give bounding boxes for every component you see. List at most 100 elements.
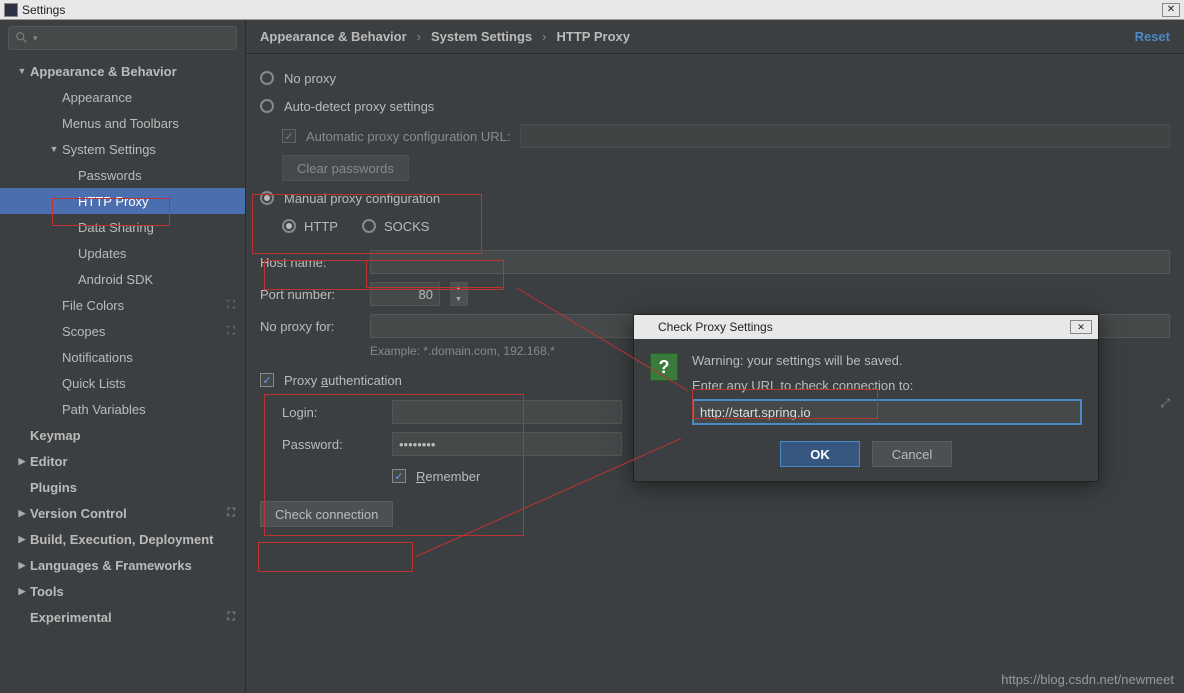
sidebar-item-path-variables[interactable]: Path Variables — [0, 396, 245, 422]
check-auth[interactable] — [260, 373, 274, 387]
sidebar-item-appearance-behavior[interactable]: ▼Appearance & Behavior — [0, 58, 245, 84]
settings-sidebar: ▾ ▼Appearance & BehaviorAppearanceMenus … — [0, 20, 246, 693]
login-input[interactable] — [392, 400, 622, 424]
sidebar-item-data-sharing[interactable]: Data Sharing — [0, 214, 245, 240]
proxy-none-row[interactable]: No proxy — [260, 64, 1170, 92]
breadcrumb-sep: › — [417, 29, 421, 44]
breadcrumb-a[interactable]: Appearance & Behavior — [260, 29, 407, 44]
reset-link[interactable]: Reset — [1135, 29, 1170, 44]
label-http: HTTP — [304, 219, 338, 234]
clear-passwords-button[interactable]: Clear passwords — [282, 155, 409, 181]
sidebar-item-label: Quick Lists — [62, 376, 126, 391]
label-remember: Remember — [416, 469, 480, 484]
sidebar-item-label: Build, Execution, Deployment — [30, 532, 213, 547]
app-icon — [4, 3, 18, 17]
scope-icon: ⛶ — [227, 611, 235, 624]
scope-icon: ⛶ — [227, 325, 235, 338]
breadcrumb-c: HTTP Proxy — [557, 29, 630, 44]
sidebar-item-file-colors[interactable]: File Colors ⛶ — [0, 292, 245, 318]
spinner-down-icon[interactable]: ▼ — [450, 294, 467, 305]
radio-socks[interactable] — [362, 219, 376, 233]
sidebar-item-keymap[interactable]: Keymap — [0, 422, 245, 448]
question-icon: ? — [650, 353, 678, 381]
sidebar-item-build-execution-deployment[interactable]: ▶Build, Execution, Deployment — [0, 526, 245, 552]
pwd-label: Password: — [282, 437, 382, 452]
sidebar-item-plugins[interactable]: Plugins — [0, 474, 245, 500]
label-manual: Manual proxy configuration — [284, 191, 440, 206]
sidebar-item-android-sdk[interactable]: Android SDK — [0, 266, 245, 292]
window-titlebar: Settings ✕ — [0, 0, 1184, 20]
dialog-title: Check Proxy Settings — [658, 320, 773, 334]
sidebar-item-languages-frameworks[interactable]: ▶Languages & Frameworks — [0, 552, 245, 578]
dialog-url-input[interactable] — [692, 399, 1082, 425]
label-auth: Proxy authentication — [284, 373, 402, 388]
sidebar-item-label: Data Sharing — [78, 220, 154, 235]
sidebar-item-version-control[interactable]: ▶Version Control⛶ — [0, 500, 245, 526]
scope-icon: ⛶ — [227, 299, 235, 312]
tree-arrow-icon: ▶ — [16, 456, 28, 467]
proxy-socks-row[interactable]: SOCKS — [362, 219, 430, 234]
watermark: https://blog.csdn.net/newmeet — [1001, 672, 1174, 687]
radio-no-proxy[interactable] — [260, 71, 274, 85]
dialog-warning: Warning: your settings will be saved. — [692, 353, 1082, 368]
settings-tree: ▼Appearance & BehaviorAppearanceMenus an… — [0, 54, 245, 693]
port-input[interactable] — [370, 282, 440, 306]
dialog-cancel-button[interactable]: Cancel — [872, 441, 952, 467]
sidebar-item-label: Appearance & Behavior — [30, 64, 177, 79]
sidebar-item-label: Languages & Frameworks — [30, 558, 192, 573]
sidebar-item-tools[interactable]: ▶Tools — [0, 578, 245, 604]
check-connection-button[interactable]: Check connection — [260, 501, 393, 527]
sidebar-item-updates[interactable]: Updates — [0, 240, 245, 266]
port-label: Port number: — [260, 287, 360, 302]
label-no-proxy: No proxy — [284, 71, 336, 86]
radio-auto[interactable] — [260, 99, 274, 113]
sidebar-item-label: Scopes — [62, 324, 105, 339]
sidebar-item-label: Android SDK — [78, 272, 153, 287]
dialog-prompt: Enter any URL to check connection to: — [692, 378, 1082, 393]
search-dropdown-icon[interactable]: ▾ — [33, 33, 38, 44]
tree-arrow-icon: ▶ — [16, 508, 28, 519]
breadcrumb-b[interactable]: System Settings — [431, 29, 532, 44]
sidebar-item-quick-lists[interactable]: Quick Lists — [0, 370, 245, 396]
password-input[interactable] — [392, 432, 622, 456]
search-icon — [15, 31, 29, 45]
check-remember[interactable] — [392, 469, 406, 483]
expand-icon[interactable]: ⤢ — [1160, 396, 1170, 411]
proxy-manual-row[interactable]: Manual proxy configuration — [260, 184, 1170, 212]
sidebar-item-system-settings[interactable]: ▼System Settings — [0, 136, 245, 162]
host-label: Host name: — [260, 255, 360, 270]
label-socks: SOCKS — [384, 219, 430, 234]
spinner-up-icon[interactable]: ▲ — [450, 283, 467, 294]
nofor-label: No proxy for: — [260, 319, 360, 334]
host-input[interactable] — [370, 250, 1170, 274]
sidebar-item-notifications[interactable]: Notifications — [0, 344, 245, 370]
proxy-auto-row[interactable]: Auto-detect proxy settings — [260, 92, 1170, 120]
radio-manual[interactable] — [260, 191, 274, 205]
sidebar-search[interactable]: ▾ — [8, 26, 237, 50]
dialog-ok-button[interactable]: OK — [780, 441, 860, 467]
tree-arrow-icon: ▼ — [48, 144, 60, 154]
sidebar-item-passwords[interactable]: Passwords — [0, 162, 245, 188]
dialog-titlebar: Check Proxy Settings ✕ — [634, 315, 1098, 339]
window-close-button[interactable]: ✕ — [1162, 3, 1180, 17]
dialog-close-button[interactable]: ✕ — [1070, 320, 1092, 334]
sidebar-item-label: Editor — [30, 454, 68, 469]
sidebar-item-appearance[interactable]: Appearance — [0, 84, 245, 110]
sidebar-item-label: Tools — [30, 584, 64, 599]
proxy-http-row[interactable]: HTTP — [282, 219, 338, 234]
sidebar-item-editor[interactable]: ▶Editor — [0, 448, 245, 474]
auto-url-row: Automatic proxy configuration URL: — [282, 120, 1170, 152]
check-proxy-dialog: Check Proxy Settings ✕ ? Warning: your s… — [633, 314, 1099, 482]
sidebar-item-experimental[interactable]: Experimental⛶ — [0, 604, 245, 630]
sidebar-item-label: Menus and Toolbars — [62, 116, 179, 131]
breadcrumb-sep: › — [542, 29, 546, 44]
label-auto-url: Automatic proxy configuration URL: — [306, 129, 510, 144]
sidebar-item-scopes[interactable]: Scopes ⛶ — [0, 318, 245, 344]
tree-arrow-icon: ▶ — [16, 586, 28, 597]
dialog-icon — [640, 321, 652, 333]
sidebar-item-menus-and-toolbars[interactable]: Menus and Toolbars — [0, 110, 245, 136]
radio-http[interactable] — [282, 219, 296, 233]
sidebar-item-http-proxy[interactable]: HTTP Proxy — [0, 188, 245, 214]
sidebar-item-label: File Colors — [62, 298, 124, 313]
port-spinner[interactable]: ▲▼ — [450, 282, 468, 306]
